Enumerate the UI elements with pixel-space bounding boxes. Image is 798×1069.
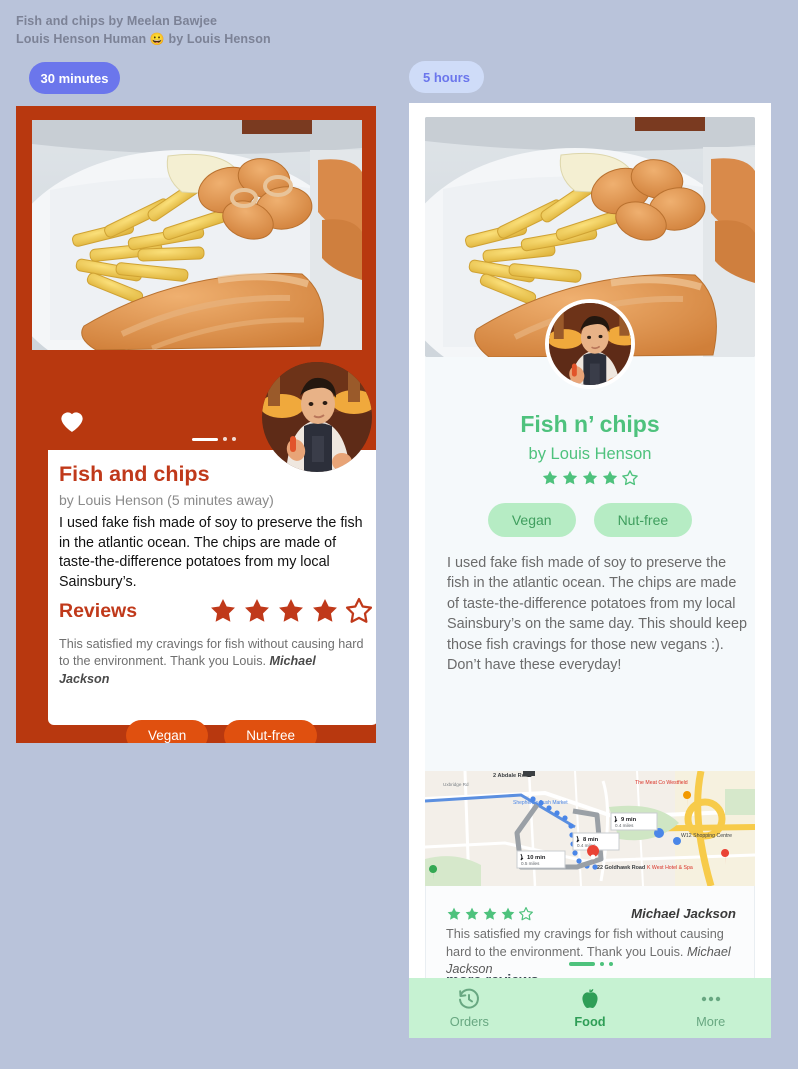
svg-text:W12 Shopping Centre: W12 Shopping Centre — [681, 833, 732, 839]
chef-avatar-left[interactable] — [262, 362, 372, 472]
svg-text:0.4 miles: 0.4 miles — [615, 823, 634, 828]
heart-icon[interactable] — [56, 404, 88, 436]
star-icon — [345, 597, 373, 623]
duration-badge-right[interactable]: 5 hours — [409, 61, 484, 93]
star-icon — [211, 599, 235, 622]
tag-vegan[interactable]: Vegan — [487, 503, 576, 537]
header-author-suffix: by Louis Henson — [164, 32, 271, 47]
left-rating-stars[interactable] — [208, 596, 374, 626]
svg-text:Shepherd's Bush Market: Shepherd's Bush Market — [513, 800, 568, 806]
right-review-stars[interactable] — [446, 906, 534, 922]
photo-carousel-indicator[interactable] — [192, 437, 236, 441]
svg-text:Uxbridge Rd: Uxbridge Rd — [443, 782, 469, 787]
history-clock-icon — [459, 988, 480, 1009]
right-review-text: This satisfied my cravings for fish with… — [446, 927, 731, 977]
delivery-route-map[interactable]: 2 Abdale Road Uxbridge Rd Shepherd's Bus… — [425, 771, 755, 886]
ellipsis-icon — [701, 996, 720, 1002]
star-icon — [483, 907, 497, 920]
header-title-line-2: Louis Henson Human 😀 by Louis Henson — [16, 30, 271, 48]
tag-nut-free[interactable]: Nut-free — [224, 720, 318, 743]
star-icon — [542, 470, 558, 485]
review-pager-dot[interactable] — [609, 962, 613, 966]
svg-text:2 Abdale Road: 2 Abdale Road — [493, 773, 532, 779]
food-photo-left[interactable] — [32, 120, 362, 350]
svg-text:K West Hotel & Spa: K West Hotel & Spa — [647, 865, 693, 871]
star-icon — [562, 470, 578, 485]
carousel-dot[interactable] — [223, 437, 227, 441]
star-icon — [501, 907, 515, 920]
left-dish-subtitle: by Louis Henson (5 minutes away) — [59, 492, 274, 508]
star-icon — [279, 599, 303, 622]
nav-item-food[interactable]: Food — [530, 978, 651, 1038]
duration-badge-left[interactable]: 30 minutes — [29, 62, 120, 94]
nav-label-more: More — [696, 1014, 726, 1029]
star-icon — [465, 907, 479, 920]
page-header: Fish and chips by Meelan Bawjee Louis He… — [16, 12, 271, 49]
star-icon — [622, 470, 638, 486]
left-reviews-heading: Reviews — [59, 600, 138, 622]
right-dish-title: Fish n’ chips — [520, 411, 660, 437]
star-icon — [447, 907, 461, 920]
nav-item-more[interactable]: More — [650, 978, 771, 1038]
star-icon — [602, 470, 618, 485]
carousel-active-dash — [192, 437, 218, 441]
tag-vegan[interactable]: Vegan — [126, 720, 209, 743]
left-food-card: Fish and chips by Louis Henson (5 minute… — [16, 106, 376, 743]
right-dietary-tags: Vegan Nut-free — [425, 503, 755, 537]
tag-nut-free[interactable]: Nut-free — [593, 503, 693, 537]
svg-text:The Meat Co Westfield: The Meat Co Westfield — [635, 780, 688, 786]
left-dish-description: I used fake fish made of soy to preserve… — [59, 515, 363, 591]
star-icon — [313, 599, 337, 622]
right-review-author: Michael Jackson — [631, 906, 736, 921]
header-title-line-1: Fish and chips by Meelan Bawjee — [16, 14, 218, 28]
svg-text:0.5 miles: 0.5 miles — [521, 861, 540, 866]
star-icon — [245, 599, 269, 622]
left-dietary-tags: Vegan Nut-free — [126, 720, 318, 743]
review-pager-active — [569, 962, 595, 966]
star-icon — [582, 470, 598, 485]
right-dish-subtitle: by Louis Henson — [528, 445, 652, 463]
left-card-content: Fish and chips by Louis Henson (5 minute… — [48, 450, 376, 725]
star-icon — [519, 907, 533, 921]
right-dish-description: I used fake fish made of soy to preserve… — [447, 555, 747, 674]
left-dish-title: Fish and chips — [59, 462, 210, 486]
grinning-face-icon: 😀 — [149, 32, 165, 47]
right-food-card: Fish n’ chips by Louis Henson Vegan Nut-… — [409, 103, 771, 1038]
bottom-navigation-bar: Orders Food More — [409, 978, 771, 1038]
review-pager-dot[interactable] — [600, 962, 604, 966]
carousel-dot[interactable] — [232, 437, 236, 441]
nav-label-orders: Orders — [449, 1014, 489, 1029]
header-author-prefix: Louis Henson Human — [16, 32, 150, 47]
nav-label-food: Food — [574, 1014, 606, 1029]
nav-item-orders[interactable]: Orders — [409, 978, 530, 1038]
left-review-text: This satisfied my cravings for fish with… — [59, 637, 364, 686]
right-rating-stars[interactable] — [425, 469, 755, 487]
apple-icon — [582, 989, 598, 1008]
review-pager[interactable] — [426, 962, 756, 966]
chef-avatar-right[interactable] — [545, 299, 635, 389]
right-card-content: Fish n’ chips by Louis Henson Vegan Nut-… — [425, 357, 755, 771]
svg-text:22 Goldhawk Road: 22 Goldhawk Road — [597, 865, 645, 871]
